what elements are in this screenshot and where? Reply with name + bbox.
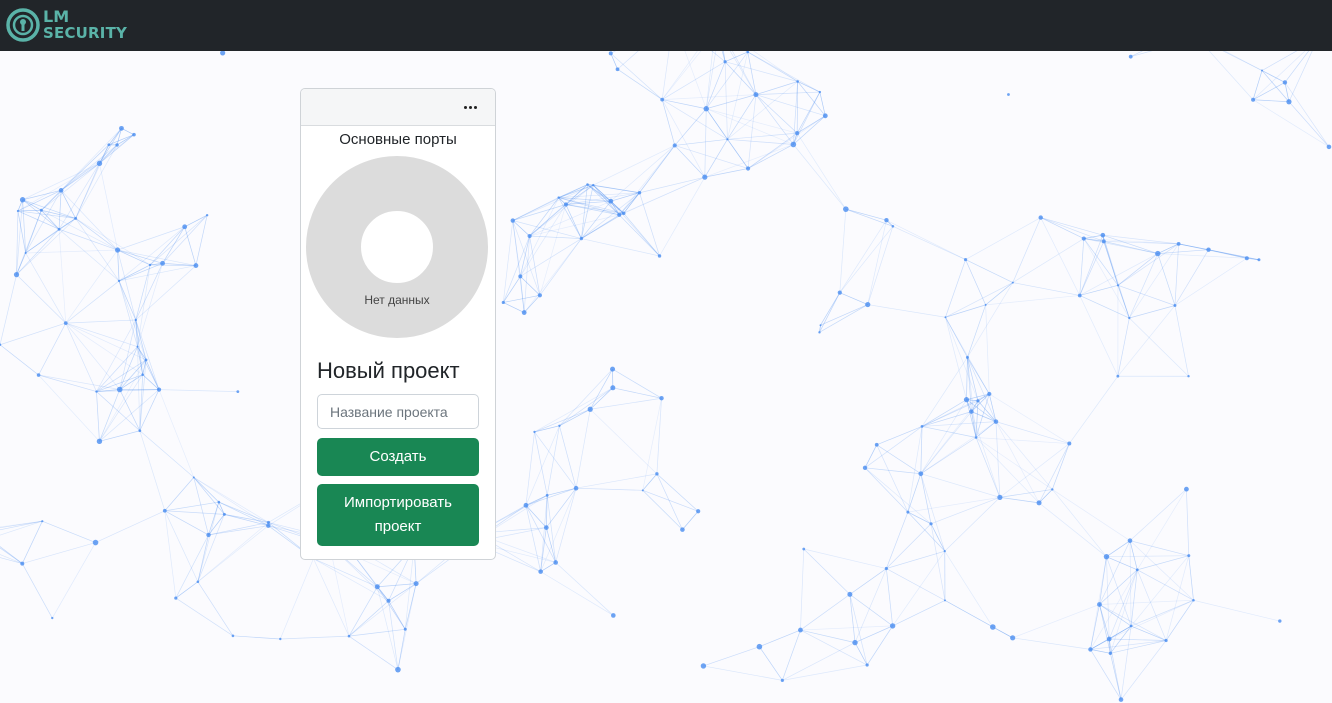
chart-empty-label: Нет данных bbox=[364, 293, 430, 307]
ports-donut-chart: Нет данных bbox=[306, 156, 488, 338]
card-header bbox=[301, 89, 495, 126]
logo-text: LM SECURITY bbox=[43, 7, 128, 42]
import-project-button[interactable]: Импортировать проект bbox=[317, 484, 479, 546]
app-logo[interactable]: LM SECURITY bbox=[6, 7, 146, 43]
top-navbar: LM SECURITY bbox=[0, 0, 1332, 51]
new-project-title: Новый проект bbox=[317, 358, 460, 383]
project-card: Основные порты Нет данных Новый проект С… bbox=[300, 88, 496, 560]
donut-empty-ring bbox=[306, 156, 488, 338]
network-background bbox=[0, 51, 1332, 702]
logo-line-1: LM bbox=[43, 7, 70, 26]
project-name-input[interactable] bbox=[317, 394, 479, 429]
create-button[interactable]: Создать bbox=[317, 438, 479, 476]
network-lines bbox=[0, 51, 1330, 700]
lock-keyhole-icon bbox=[6, 8, 40, 42]
logo-line-2: SECURITY bbox=[43, 24, 128, 42]
ellipsis-icon[interactable] bbox=[461, 99, 481, 115]
chart-title: Основные порты bbox=[339, 131, 457, 148]
